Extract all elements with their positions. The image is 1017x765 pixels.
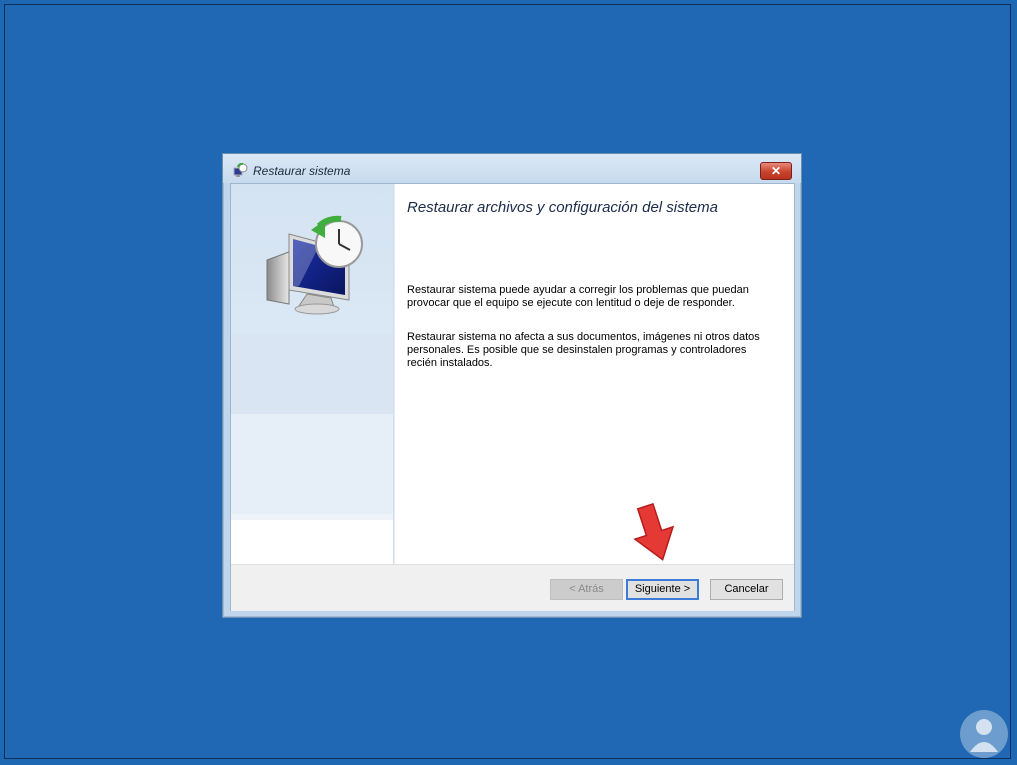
title-bar[interactable]: Restaurar sistema ✕ — [223, 154, 801, 183]
next-button[interactable]: Siguiente > — [626, 579, 699, 600]
red-arrow-down-icon — [633, 503, 675, 561]
system-restore-dialog: Restaurar sistema ✕ Restaurar archivos y… — [222, 153, 802, 618]
cancel-button[interactable]: Cancelar — [710, 579, 783, 600]
side-panel — [231, 184, 393, 564]
page-heading: Restaurar archivos y configuración del s… — [407, 199, 718, 216]
dialog-client-area: Restaurar archivos y configuración del s… — [230, 183, 795, 611]
button-bar: < Atrás Siguiente > Cancelar — [231, 564, 794, 611]
note-paragraph: Restaurar sistema no afecta a sus docume… — [407, 331, 760, 369]
close-button[interactable]: ✕ — [760, 162, 792, 180]
side-panel-band — [231, 520, 393, 564]
back-button: < Atrás — [550, 579, 623, 600]
window-title: Restaurar sistema — [253, 164, 351, 178]
description-paragraph: Restaurar sistema puede ayudar a corregi… — [407, 284, 749, 309]
watermark-logo — [960, 710, 1008, 758]
system-restore-icon — [233, 163, 248, 177]
system-restore-monitor-clock-icon — [266, 215, 363, 315]
side-panel-band — [231, 334, 393, 414]
panel-divider — [393, 184, 395, 564]
side-panel-band — [231, 414, 393, 514]
